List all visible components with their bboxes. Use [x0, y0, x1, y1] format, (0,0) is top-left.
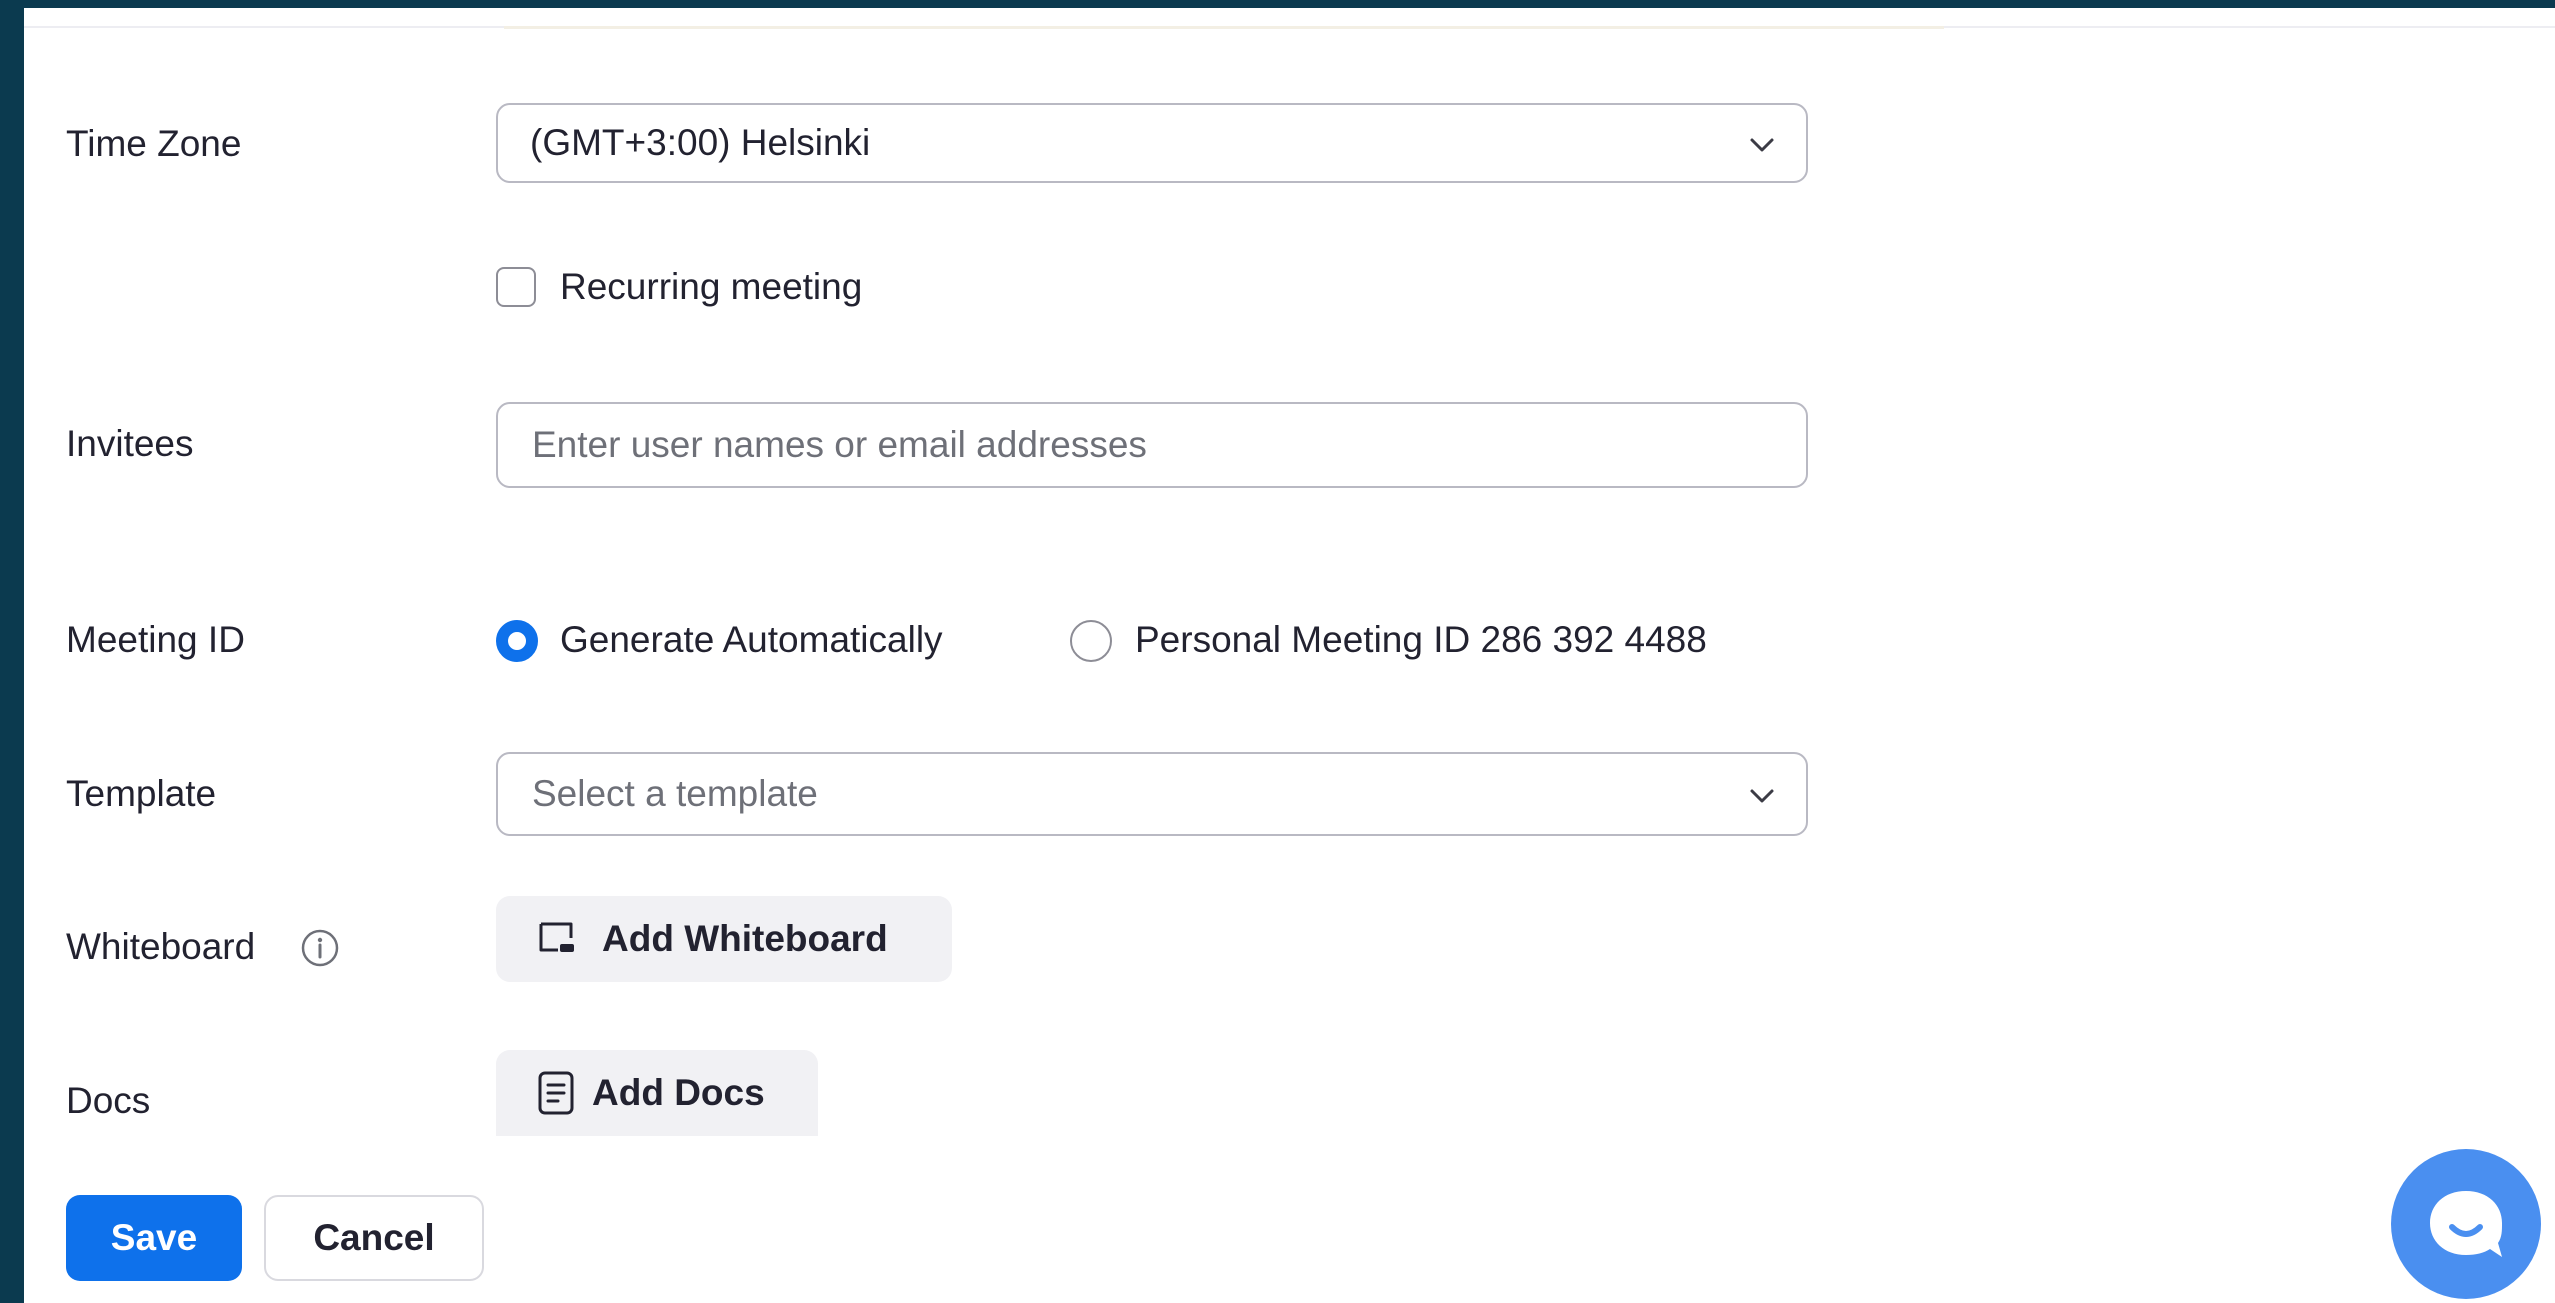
- time-zone-value: (GMT+3:00) Helsinki: [530, 122, 871, 163]
- add-docs-label: Add Docs: [592, 1072, 765, 1113]
- add-whiteboard-button[interactable]: Add Whiteboard: [496, 896, 952, 982]
- template-label: Template: [66, 773, 217, 814]
- invitees-label: Invitees: [66, 423, 194, 464]
- chevron-down-icon: [1750, 789, 1774, 803]
- whiteboard-icon: [539, 922, 574, 952]
- personal-meeting-id-label[interactable]: Personal Meeting ID 286 392 4488: [1135, 618, 1707, 662]
- whiteboard-label: Whiteboard: [66, 926, 256, 967]
- add-docs-button[interactable]: Add Docs: [496, 1050, 818, 1136]
- template-placeholder: Select a template: [532, 773, 818, 814]
- time-zone-label: Time Zone: [66, 123, 242, 164]
- meeting-id-label: Meeting ID: [66, 619, 245, 660]
- invitees-input[interactable]: [498, 404, 1806, 486]
- document-icon: [538, 1071, 574, 1115]
- docs-label: Docs: [66, 1080, 151, 1121]
- chat-bubble-icon: [2430, 1191, 2502, 1257]
- save-button[interactable]: Save: [66, 1195, 242, 1281]
- template-select[interactable]: Select a template: [496, 752, 1808, 836]
- invitees-field[interactable]: [496, 402, 1808, 488]
- chevron-down-icon: [1750, 138, 1774, 152]
- personal-meeting-id-radio[interactable]: [1070, 620, 1112, 662]
- recurring-meeting-checkbox[interactable]: [496, 267, 536, 307]
- generate-automatically-label[interactable]: Generate Automatically: [560, 618, 943, 662]
- time-zone-select[interactable]: (GMT+3:00) Helsinki: [496, 103, 1808, 183]
- schedule-meeting-form: Time Zone (GMT+3:00) Helsinki Recurring …: [24, 8, 2555, 1303]
- recurring-meeting-label[interactable]: Recurring meeting: [560, 265, 862, 309]
- cancel-button[interactable]: Cancel: [264, 1195, 484, 1281]
- info-icon[interactable]: [300, 928, 340, 968]
- add-whiteboard-label: Add Whiteboard: [602, 918, 888, 959]
- chat-button[interactable]: [2391, 1149, 2541, 1299]
- generate-automatically-radio[interactable]: [496, 620, 538, 662]
- top-divider-accent: [504, 26, 1944, 29]
